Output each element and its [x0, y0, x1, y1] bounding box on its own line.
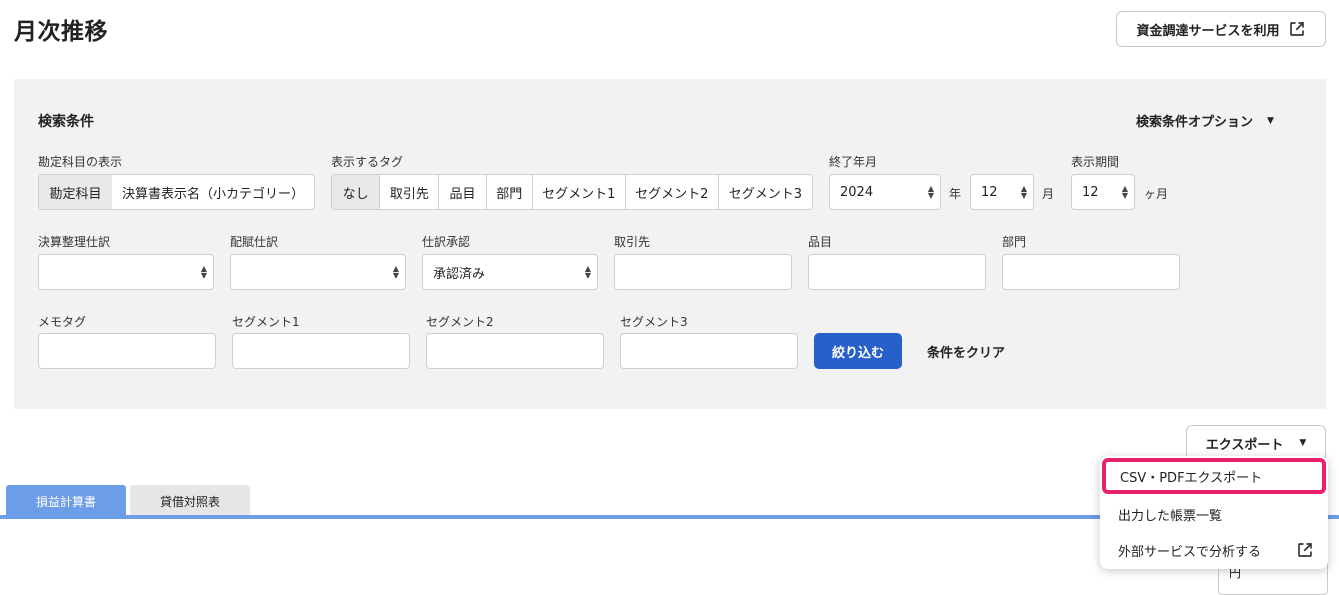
display-tag-label: 表示するタグ: [331, 155, 404, 169]
tag-option-segment1[interactable]: セグメント1: [531, 175, 625, 209]
period-value: 12: [1082, 184, 1099, 200]
tag-option-department[interactable]: 部門: [485, 175, 532, 209]
end-month-select[interactable]: 12 ▲ ▼: [970, 174, 1034, 210]
menu-item-csv-pdf-export[interactable]: CSV・PDFエクスポート: [1102, 458, 1326, 494]
segment2-label: セグメント2: [426, 315, 494, 329]
partner-label: 取引先: [614, 235, 651, 249]
month-unit: 月: [1042, 187, 1055, 201]
tab-profit-loss[interactable]: 損益計算書: [6, 485, 126, 517]
segment2-input[interactable]: [426, 333, 604, 369]
select-arrows-icon: ▲ ▼: [1121, 184, 1128, 200]
allocation-entries-label: 配賦仕訳: [230, 235, 279, 249]
account-display-tag: 勘定科目: [39, 175, 112, 209]
menu-item-label: CSV・PDFエクスポート: [1120, 470, 1263, 486]
account-display-field[interactable]: 勘定科目 決算書表示名（小カテゴリー）: [38, 174, 315, 210]
end-month-label: 終了年月: [829, 155, 878, 169]
closing-entries-select[interactable]: ▲ ▼: [38, 254, 214, 290]
approval-select[interactable]: 承認済み ▲ ▼: [422, 254, 598, 290]
end-year-value: 2024: [840, 184, 874, 200]
allocation-entries-select[interactable]: ▲ ▼: [230, 254, 406, 290]
segment1-label: セグメント1: [232, 315, 300, 329]
closing-entries-label: 決算整理仕訳: [38, 235, 111, 249]
item-label: 品目: [808, 235, 833, 249]
tag-option-partner[interactable]: 取引先: [379, 175, 438, 209]
account-display-value: 決算書表示名（小カテゴリー）: [122, 186, 305, 202]
account-display-label: 勘定科目の表示: [38, 155, 123, 169]
tab-balance-sheet[interactable]: 貸借対照表: [130, 485, 250, 517]
segment3-input[interactable]: [620, 333, 798, 369]
select-arrows-icon: ▲ ▼: [927, 184, 934, 200]
filter-button[interactable]: 絞り込む: [814, 333, 902, 369]
menu-item-label: 出力した帳票一覧: [1118, 508, 1223, 524]
tag-option-segment2[interactable]: セグメント2: [624, 175, 718, 209]
export-menu: CSV・PDFエクスポート 出力した帳票一覧 外部サービスで分析する: [1100, 456, 1328, 569]
department-input[interactable]: [1002, 254, 1180, 290]
period-unit: ヶ月: [1144, 187, 1169, 201]
department-label: 部門: [1002, 235, 1027, 249]
caret-down-icon: ▼: [1267, 115, 1274, 126]
external-link-icon: [1289, 22, 1304, 36]
funding-service-label: 資金調達サービスを利用: [1136, 23, 1280, 39]
tag-option-none[interactable]: なし: [332, 175, 380, 209]
menu-item-output-list[interactable]: 出力した帳票一覧: [1100, 496, 1328, 532]
menu-item-label: 外部サービスで分析する: [1118, 544, 1262, 560]
caret-down-icon: ▼: [1299, 438, 1307, 448]
export-button-label: エクスポート: [1205, 437, 1284, 453]
display-tag-segmented[interactable]: なし 取引先 品目 部門 セグメント1 セグメント2 セグメント3: [331, 174, 813, 210]
select-arrows-icon: ▲ ▼: [392, 264, 399, 280]
end-month-value: 12: [981, 184, 998, 200]
search-options-label: 検索条件オプション: [1136, 115, 1254, 130]
period-label: 表示期間: [1071, 155, 1120, 169]
select-arrows-icon: ▲ ▼: [200, 264, 207, 280]
clear-conditions-button[interactable]: 条件をクリア: [927, 342, 1005, 361]
select-arrows-icon: ▲ ▼: [1020, 184, 1027, 200]
tag-option-segment3[interactable]: セグメント3: [717, 175, 812, 209]
item-input[interactable]: [808, 254, 986, 290]
page-title: 月次推移: [14, 19, 108, 45]
select-arrows-icon: ▲ ▼: [584, 264, 591, 280]
year-unit: 年: [949, 187, 962, 201]
memo-tag-label: メモタグ: [38, 315, 87, 329]
approval-value: 承認済み: [433, 266, 486, 282]
external-link-icon: [1298, 543, 1312, 557]
period-select[interactable]: 12 ▲ ▼: [1071, 174, 1135, 210]
segment3-label: セグメント3: [620, 315, 688, 329]
segment1-input[interactable]: [232, 333, 410, 369]
tag-option-item[interactable]: 品目: [438, 175, 485, 209]
funding-service-button[interactable]: 資金調達サービスを利用: [1116, 11, 1326, 47]
approval-label: 仕訳承認: [422, 235, 471, 249]
partner-input[interactable]: [614, 254, 792, 290]
end-year-select[interactable]: 2024 ▲ ▼: [829, 174, 941, 210]
menu-item-external-analysis[interactable]: 外部サービスで分析する: [1100, 532, 1328, 568]
search-panel-title: 検索条件: [38, 114, 94, 130]
search-options-toggle[interactable]: 検索条件オプション ▼: [1136, 111, 1274, 130]
memo-tag-input[interactable]: [38, 333, 216, 369]
